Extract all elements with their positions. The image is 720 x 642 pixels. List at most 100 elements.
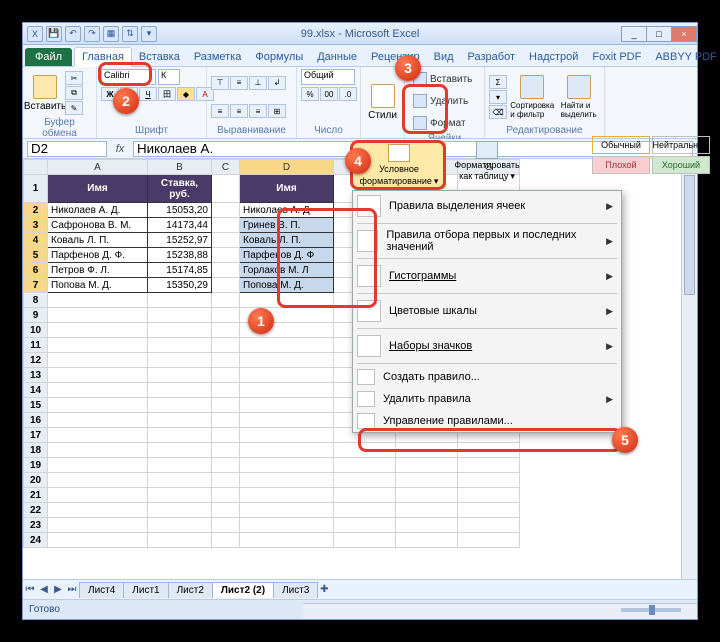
align-center-icon[interactable]: ≡ [230, 104, 248, 118]
save-icon[interactable]: 💾 [46, 26, 62, 42]
file-tab[interactable]: Файл [25, 48, 72, 66]
style-bad[interactable]: Плохой [592, 156, 650, 174]
row-header[interactable]: 2 [24, 203, 48, 218]
row-header[interactable]: 11 [24, 338, 48, 353]
new-icon[interactable]: ▦ [103, 26, 119, 42]
number-format-combo[interactable]: Общий [301, 69, 355, 85]
row-header[interactable]: 15 [24, 398, 48, 413]
row-header[interactable]: 6 [24, 263, 48, 278]
sheet-nav-prev[interactable]: ◀ [37, 584, 51, 595]
maximize-button[interactable]: □ [646, 26, 672, 42]
tab-home[interactable]: Главная [74, 47, 132, 67]
sheet-tab[interactable]: Лист4 [79, 582, 124, 598]
row-header[interactable]: 16 [24, 413, 48, 428]
tab-foxit[interactable]: Foxit PDF [585, 48, 648, 66]
decrease-decimal-icon[interactable]: .0 [339, 87, 357, 101]
format-cells-button[interactable]: Формат [409, 113, 470, 133]
row-header[interactable]: 22 [24, 503, 48, 518]
fx-icon[interactable]: fx [111, 143, 129, 155]
tab-data[interactable]: Данные [310, 48, 364, 66]
find-select-button[interactable]: Найти и выделить [557, 73, 600, 121]
insert-cells-button[interactable]: Вставить [409, 69, 476, 89]
style-neutral[interactable]: Нейтральный [652, 136, 710, 154]
delete-cells-button[interactable]: Удалить [409, 91, 472, 111]
cf-clear-rules[interactable]: Удалить правила▶ [353, 388, 621, 410]
tab-formulas[interactable]: Формулы [248, 48, 310, 66]
copy-icon[interactable]: ⧉ [65, 86, 83, 100]
new-sheet-icon[interactable]: ✚ [317, 584, 331, 595]
align-top-icon[interactable]: ⊤ [211, 76, 229, 90]
sheet-tab[interactable]: Лист2 (2) [212, 582, 274, 598]
row-header[interactable]: 4 [24, 233, 48, 248]
tab-review[interactable]: Рецензир [364, 48, 427, 66]
row-header[interactable]: 18 [24, 443, 48, 458]
tab-insert[interactable]: Вставка [132, 48, 187, 66]
conditional-formatting-button[interactable]: Условное форматирование▾ [352, 141, 446, 189]
row-header[interactable]: 7 [24, 278, 48, 293]
tab-layout[interactable]: Разметка [187, 48, 249, 66]
align-bottom-icon[interactable]: ⊥ [249, 76, 267, 90]
tab-developer[interactable]: Разработ [461, 48, 522, 66]
sheet-tab[interactable]: Лист3 [273, 582, 318, 598]
align-right-icon[interactable]: ≡ [249, 104, 267, 118]
styles-button[interactable]: Стили [365, 79, 400, 127]
column-header[interactable]: D [240, 160, 334, 175]
row-header[interactable]: 17 [24, 428, 48, 443]
wrap-text-icon[interactable]: ↲ [268, 76, 286, 90]
column-header[interactable]: A [48, 160, 148, 175]
clear-icon[interactable]: ⌫ [489, 105, 507, 119]
underline-button[interactable]: Ч [139, 87, 157, 101]
row-header[interactable]: 13 [24, 368, 48, 383]
row-header[interactable]: 19 [24, 458, 48, 473]
cf-top-bottom-rules[interactable]: Правила отбора первых и последних значен… [353, 226, 621, 256]
cf-data-bars[interactable]: Гистограммы▶ [353, 261, 621, 291]
redo-icon[interactable]: ↷ [84, 26, 100, 42]
cut-icon[interactable]: ✂ [65, 71, 83, 85]
tab-addins[interactable]: Надстрой [522, 48, 585, 66]
row-header[interactable]: 14 [24, 383, 48, 398]
sheet-tab[interactable]: Лист2 [168, 582, 213, 598]
row-header[interactable]: 12 [24, 353, 48, 368]
row-header[interactable]: 20 [24, 473, 48, 488]
font-name-combo[interactable]: Calibri [101, 69, 156, 85]
merge-icon[interactable]: ⊞ [268, 104, 286, 118]
tab-abbyy[interactable]: ABBYY PDF [648, 48, 720, 66]
style-normal[interactable]: Обычный [592, 136, 650, 154]
name-box[interactable] [27, 141, 107, 157]
align-left-icon[interactable]: ≡ [211, 104, 229, 118]
sort-icon[interactable]: ⇅ [122, 26, 138, 42]
bold-button[interactable]: Ж [101, 87, 119, 101]
tab-view[interactable]: Вид [427, 48, 461, 66]
row-header[interactable]: 23 [24, 518, 48, 533]
sheet-tab[interactable]: Лист1 [123, 582, 168, 598]
row-header[interactable]: 10 [24, 323, 48, 338]
cf-color-scales[interactable]: Цветовые шкалы▶ [353, 296, 621, 326]
comma-icon[interactable]: 00 [320, 87, 338, 101]
sheet-nav-last[interactable]: ⏭ [65, 584, 79, 595]
currency-icon[interactable]: % [301, 87, 319, 101]
paste-button[interactable]: Вставить [27, 69, 63, 117]
close-button[interactable]: × [671, 26, 697, 42]
column-header[interactable]: C [212, 160, 240, 175]
row-header[interactable]: 8 [24, 293, 48, 308]
cf-manage-rules[interactable]: Управление правилами... [353, 410, 621, 432]
cf-icon-sets[interactable]: Наборы значков▶ [353, 331, 621, 361]
row-header[interactable]: 9 [24, 308, 48, 323]
cf-new-rule[interactable]: Создать правило... [353, 366, 621, 388]
cf-highlight-rules[interactable]: Правила выделения ячеек▶ [353, 191, 621, 221]
sheet-nav-first[interactable]: ⏮ [23, 584, 37, 595]
row-header[interactable]: 3 [24, 218, 48, 233]
minimize-button[interactable]: _ [621, 26, 647, 42]
format-as-table-button[interactable]: Форматировать как таблицу▾ [448, 141, 526, 189]
sheet-nav-next[interactable]: ▶ [51, 584, 65, 595]
fill-icon[interactable]: ▾ [489, 90, 507, 104]
row-header[interactable]: 5 [24, 248, 48, 263]
fill-color-button[interactable]: ◆ [177, 87, 195, 101]
undo-icon[interactable]: ↶ [65, 26, 81, 42]
row-header[interactable]: 21 [24, 488, 48, 503]
sort-filter-button[interactable]: Сортировка и фильтр [509, 73, 555, 121]
qat-dropdown-icon[interactable]: ▾ [141, 26, 157, 42]
format-painter-icon[interactable]: ✎ [65, 101, 83, 115]
column-header[interactable]: B [148, 160, 212, 175]
row-header[interactable]: 24 [24, 533, 48, 548]
